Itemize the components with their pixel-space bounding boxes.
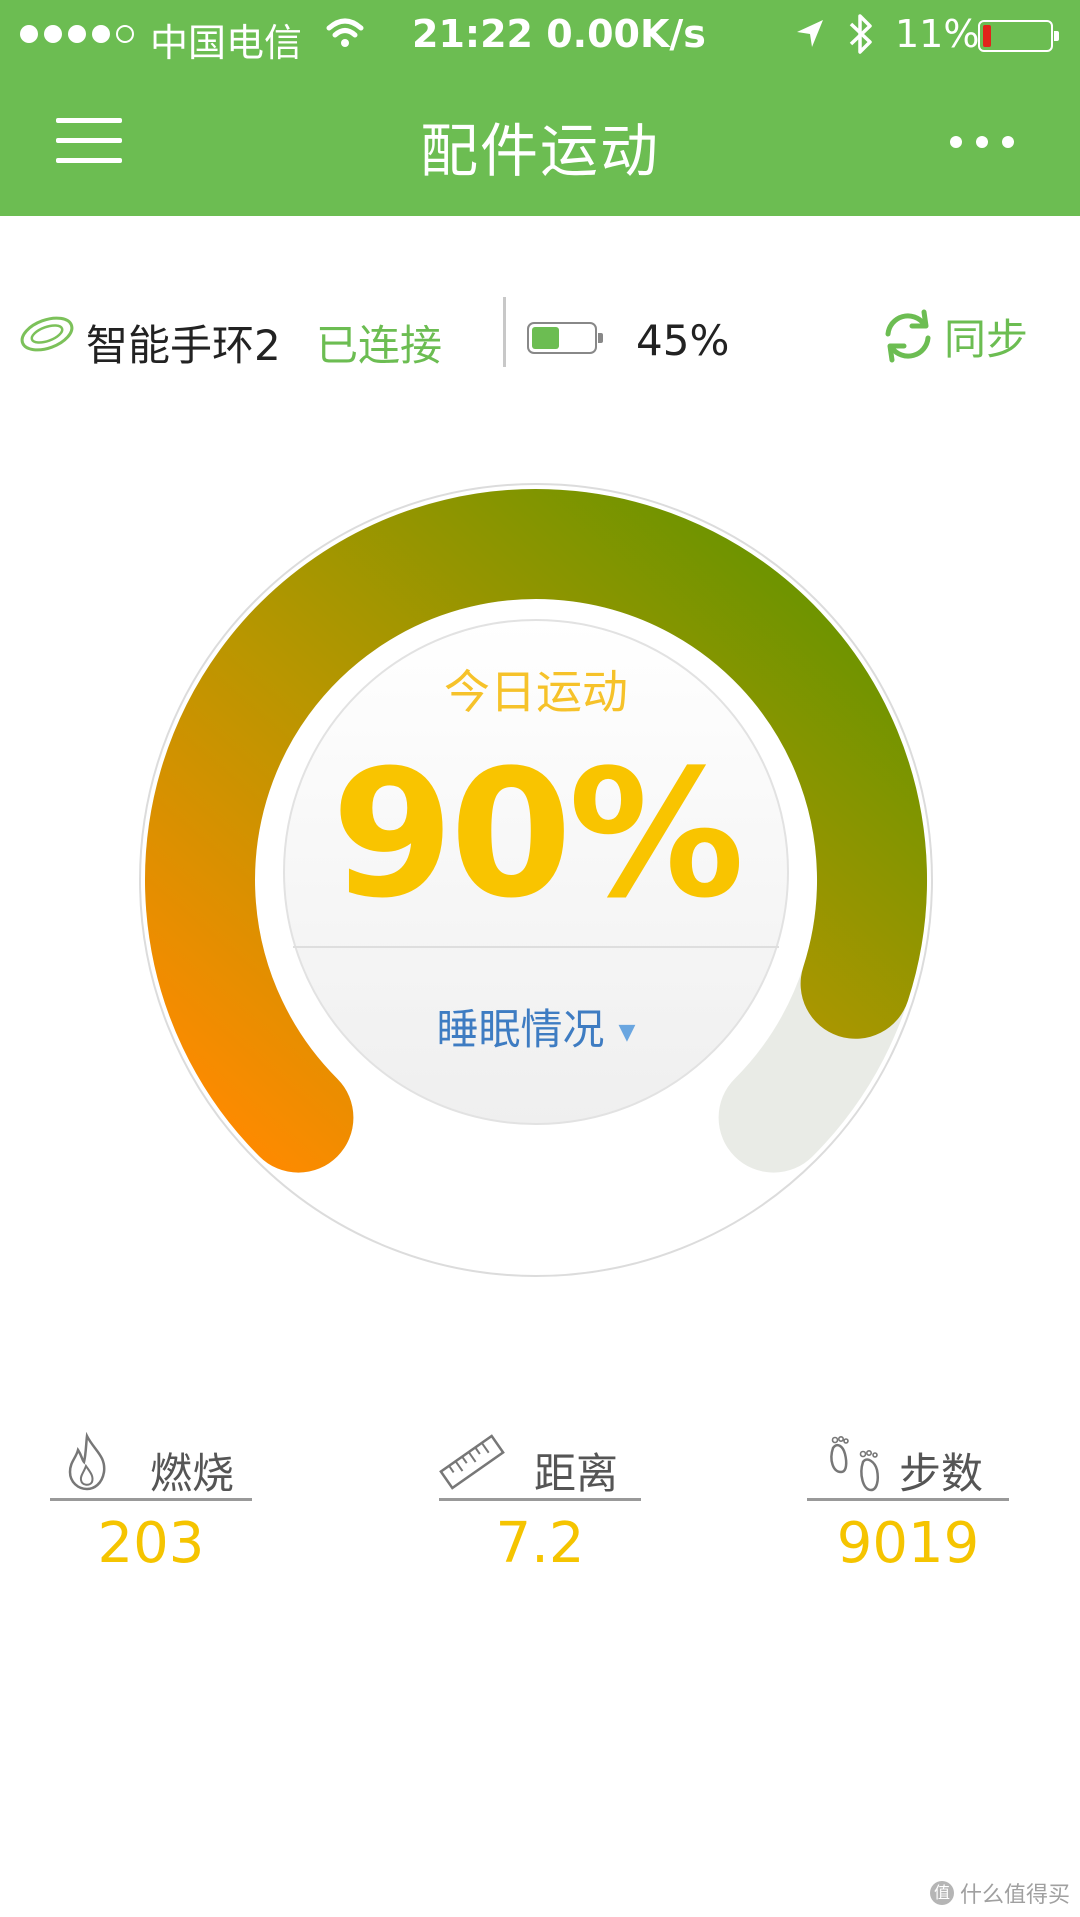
stat-label: 步数 bbox=[899, 1449, 984, 1498]
activity-gauge bbox=[139, 483, 933, 1277]
stat-distance: 距离 7.2 bbox=[439, 1428, 641, 1576]
footprints-icon bbox=[830, 1436, 879, 1492]
activity-title: 今日运动 bbox=[444, 665, 628, 719]
stat-steps: 步数 9019 bbox=[807, 1428, 1009, 1576]
dropdown-caret-icon: ▼ bbox=[618, 1020, 636, 1045]
watermark: 值 什么值得买 bbox=[929, 1877, 1070, 1909]
stat-value: 9019 bbox=[836, 1511, 980, 1576]
watermark-badge: 值 bbox=[929, 1881, 954, 1905]
watermark-text: 什么值得买 bbox=[959, 1883, 1070, 1908]
stat-value: 7.2 bbox=[495, 1511, 585, 1576]
stat-burn: 燃烧 203 bbox=[50, 1428, 252, 1576]
stat-label: 燃烧 bbox=[150, 1449, 235, 1498]
sleep-dropdown[interactable]: 睡眠情况 ▼ bbox=[286, 996, 786, 1057]
stat-label: 距离 bbox=[534, 1449, 619, 1498]
activity-percent: 90% bbox=[331, 732, 744, 937]
stat-value: 203 bbox=[97, 1511, 205, 1576]
flame-icon bbox=[68, 1432, 106, 1491]
ruler-icon bbox=[439, 1434, 505, 1490]
sleep-label: 睡眠情况 bbox=[436, 1005, 605, 1054]
